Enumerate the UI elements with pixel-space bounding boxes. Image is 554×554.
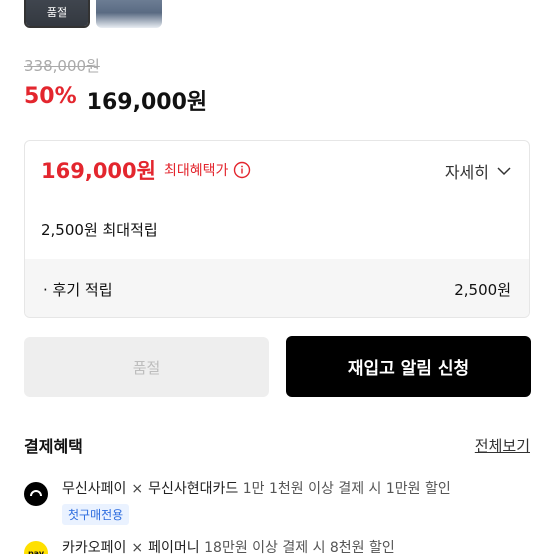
product-image xyxy=(96,0,162,28)
pay-description: 1만 1천원 이상 결제 시 1만원 할인 xyxy=(242,481,451,497)
max-points-label: 2,500원 최대적립 xyxy=(41,220,158,239)
chevron-down-icon xyxy=(497,166,511,175)
first-purchase-badge: 첫구매전용 xyxy=(62,504,130,525)
pay-separator: × xyxy=(131,540,144,554)
pay-separator: × xyxy=(131,481,144,497)
original-price: 338,000원 xyxy=(24,57,100,75)
thumbnail-selected[interactable]: 품절 xyxy=(24,0,90,28)
pay-description: 18만원 이상 결제 시 8천원 할인 xyxy=(204,540,395,554)
sale-price-line: 50% 169,000원 xyxy=(24,84,207,116)
max-benefit-label: 최대혜택가 xyxy=(163,163,229,179)
thumbnail-soldout-label: 품절 xyxy=(46,6,68,19)
info-icon[interactable] xyxy=(233,161,251,179)
detail-toggle[interactable]: 자세히 xyxy=(445,159,511,183)
review-points-row: · 후기 적립 2,500원 xyxy=(25,259,529,317)
sale-price: 169,000원 xyxy=(86,90,208,115)
discount-rate: 50% xyxy=(24,84,77,109)
thumbnail-strip: 품절 xyxy=(24,0,162,28)
pay-method-name: 페이머니 xyxy=(148,540,200,554)
max-points-row: 2,500원 최대적립 xyxy=(25,199,529,259)
pay-name: 무신사페이 xyxy=(62,481,127,497)
restock-alert-button[interactable]: 재입고 알림 신청 xyxy=(286,336,531,397)
view-all-link[interactable]: 전체보기 xyxy=(475,435,530,456)
thumbnail-item[interactable] xyxy=(96,0,162,28)
payment-benefit-item[interactable]: 무신사페이 × 무신사현대카드 1만 1천원 이상 결제 시 1만원 할인 첫구매전… xyxy=(24,478,451,525)
soldout-button: 품절 xyxy=(24,337,269,397)
payment-benefit-text: 카카오페이 × 페이머니 18만원 이상 결제 시 8천원 할인 xyxy=(62,537,395,554)
payment-benefit-text: 무신사페이 × 무신사현대카드 1만 1천원 이상 결제 시 1만원 할인 xyxy=(62,478,451,498)
review-points-label: · 후기 적립 xyxy=(43,280,113,299)
max-benefit-row[interactable]: 169,000원 최대혜택가 자세히 xyxy=(25,141,529,199)
payment-benefit-item[interactable]: pay 카카오페이 × 페이머니 18만원 이상 결제 시 8천원 할인 xyxy=(24,537,395,554)
review-points-value: 2,500원 xyxy=(454,280,511,299)
payment-benefits-title: 결제혜택 xyxy=(24,437,83,456)
detail-label: 자세히 xyxy=(444,163,489,182)
max-benefit-price: 169,000원 xyxy=(41,159,156,183)
kakao-pay-logo-icon: pay xyxy=(24,541,48,554)
pay-name: 카카오페이 xyxy=(62,540,127,554)
card-name: 무신사현대카드 xyxy=(148,481,239,497)
benefit-box: 169,000원 최대혜택가 자세히 2,500원 최대적립 · 후기 적립 2… xyxy=(24,140,530,318)
musinsa-pay-logo-icon xyxy=(24,482,48,506)
